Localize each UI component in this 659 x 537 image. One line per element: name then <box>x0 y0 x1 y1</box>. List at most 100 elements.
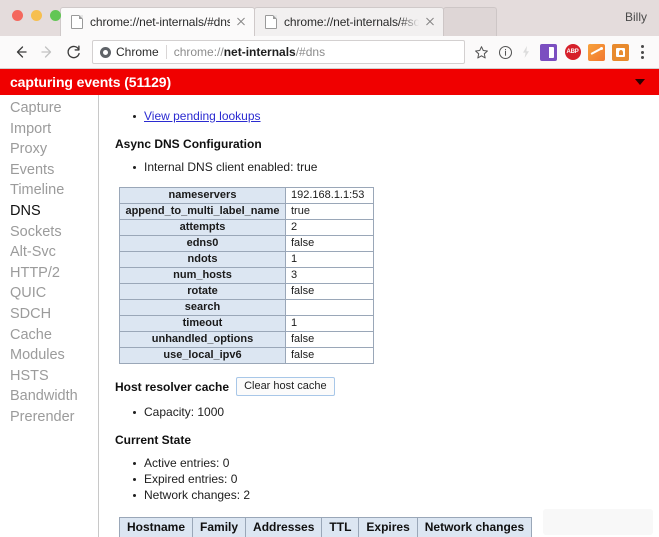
sidebar-item-capture[interactable]: Capture <box>0 98 98 119</box>
sidebar-item-sdch[interactable]: SDCH <box>0 304 98 325</box>
current-state-list: Active entries: 0 Expired entries: 0 Net… <box>115 456 659 503</box>
table-row: rotate false <box>119 283 374 300</box>
sidebar-item-dns[interactable]: DNS <box>0 201 98 222</box>
net-internals-sidebar: Capture Import Proxy Events Timeline DNS… <box>0 95 99 537</box>
address-bar[interactable]: Chrome chrome://net-internals/#dns <box>92 40 465 64</box>
list-item: Internal DNS client enabled: true <box>115 160 659 175</box>
table-row: unhandled_options false <box>119 331 374 348</box>
config-key: edns0 <box>119 235 286 252</box>
list-item: Network changes: 2 <box>115 488 659 503</box>
config-key: timeout <box>119 315 286 332</box>
capturing-events-banner[interactable]: capturing events (51129) <box>0 69 659 95</box>
config-value: false <box>285 283 374 300</box>
back-button[interactable] <box>8 39 34 65</box>
table-row: search <box>119 299 374 316</box>
sidebar-item-bandwidth[interactable]: Bandwidth <box>0 386 98 407</box>
office-extension-icon[interactable] <box>540 43 557 61</box>
column-header-family: Family <box>192 517 247 537</box>
column-header-hostname: Hostname <box>118 517 194 537</box>
host-resolver-cache-label: Host resolver cache <box>115 379 230 394</box>
tab-close-icon[interactable] <box>423 15 437 29</box>
sidebar-item-events[interactable]: Events <box>0 160 98 181</box>
config-key: attempts <box>119 219 286 236</box>
config-key: unhandled_options <box>119 331 286 348</box>
page-info-button[interactable] <box>494 41 516 63</box>
page-body: Capture Import Proxy Events Timeline DNS… <box>0 95 659 537</box>
table-row: use_local_ipv6 false <box>119 347 374 364</box>
config-value: 1 <box>285 315 374 332</box>
arrow-right-icon <box>41 46 52 58</box>
sidebar-item-proxy[interactable]: Proxy <box>0 139 98 160</box>
tab-close-icon[interactable] <box>234 15 248 29</box>
table-row: attempts 2 <box>119 219 374 236</box>
tab-dns[interactable]: chrome://net-internals/#dns <box>60 7 255 36</box>
view-pending-lookups-link[interactable]: View pending lookups <box>144 109 261 123</box>
table-row: timeout 1 <box>119 315 374 332</box>
chrome-menu-button[interactable] <box>633 41 651 63</box>
list-item: Expired entries: 0 <box>115 472 659 487</box>
chevron-down-icon[interactable] <box>635 79 645 85</box>
reload-button[interactable] <box>60 39 86 65</box>
table-row: num_hosts 3 <box>119 267 374 284</box>
window-controls <box>12 10 61 21</box>
close-window-button[interactable] <box>12 10 23 21</box>
sidebar-item-cache[interactable]: Cache <box>0 325 98 346</box>
flash-plugin-icon[interactable] <box>518 41 534 63</box>
config-value: 3 <box>285 267 374 284</box>
new-tab-button[interactable] <box>443 7 497 36</box>
chart-dot <box>599 46 603 50</box>
minimize-window-button[interactable] <box>31 10 42 21</box>
sidebar-item-prerender[interactable]: Prerender <box>0 407 98 428</box>
config-value: 2 <box>285 219 374 236</box>
url-domain: net-internals <box>223 45 296 59</box>
sidebar-item-alt-svc[interactable]: Alt-Svc <box>0 242 98 263</box>
watermark <box>543 509 653 535</box>
adblock-plus-label: ABP <box>564 44 581 60</box>
config-key: use_local_ipv6 <box>119 347 286 364</box>
pending-lookups-list: View pending lookups <box>115 109 659 124</box>
profile-name-label[interactable]: Billy <box>625 10 647 24</box>
config-key: nameservers <box>119 187 286 204</box>
tab-strip: chrome://net-internals/#dns chrome://net… <box>0 0 659 36</box>
bookmark-star-button[interactable] <box>470 41 492 63</box>
lightning-bolt-icon <box>523 46 529 58</box>
tab-title: chrome://net-internals/#dns <box>90 15 230 29</box>
sidebar-item-quic[interactable]: QUIC <box>0 283 98 304</box>
chrome-globe-icon <box>100 46 111 58</box>
url-suffix: /#dns <box>295 45 326 59</box>
tab-sockets[interactable]: chrome://net-internals/#socke <box>254 7 444 36</box>
async-dns-config-table: nameservers 192.168.1.1:53 append_to_mul… <box>119 187 374 364</box>
sidebar-item-http2[interactable]: HTTP/2 <box>0 263 98 284</box>
forward-button[interactable] <box>34 39 60 65</box>
config-value: 192.168.1.1:53 <box>285 187 374 204</box>
sidebar-item-hsts[interactable]: HSTS <box>0 366 98 387</box>
sidebar-item-import[interactable]: Import <box>0 119 98 140</box>
table-row: ndots 1 <box>119 251 374 268</box>
sidebar-item-sockets[interactable]: Sockets <box>0 222 98 243</box>
page-favicon-icon <box>71 15 83 29</box>
lastpass-icon[interactable] <box>612 43 629 61</box>
config-key: append_to_multi_label_name <box>119 203 286 220</box>
adblock-plus-icon[interactable]: ABP <box>564 44 581 61</box>
sidebar-item-timeline[interactable]: Timeline <box>0 180 98 201</box>
maximize-window-button[interactable] <box>50 10 61 21</box>
column-header-network-changes: Network changes <box>416 517 533 537</box>
chart-extension-icon[interactable] <box>588 43 605 61</box>
config-value: false <box>285 235 374 252</box>
arrow-left-icon <box>16 46 27 58</box>
capacity-list: Capacity: 1000 <box>115 405 659 420</box>
table-header-row: Hostname Family Addresses TTL Expires Ne… <box>118 517 533 537</box>
security-chip[interactable]: Chrome <box>100 45 167 59</box>
host-resolver-cache-heading: Host resolver cache Clear host cache <box>115 377 659 396</box>
list-item: View pending lookups <box>115 109 659 124</box>
clear-host-cache-button[interactable]: Clear host cache <box>236 377 335 396</box>
table-row: nameservers 192.168.1.1:53 <box>119 187 374 204</box>
info-circle-icon <box>498 45 512 59</box>
dns-panel: View pending lookups Async DNS Configura… <box>99 95 659 537</box>
star-icon <box>474 45 488 58</box>
browser-toolbar: Chrome chrome://net-internals/#dns ABP <box>0 36 659 69</box>
sidebar-item-modules[interactable]: Modules <box>0 345 98 366</box>
tab-title: chrome://net-internals/#socke <box>284 15 419 29</box>
config-value: 1 <box>285 251 374 268</box>
config-value <box>285 299 374 316</box>
